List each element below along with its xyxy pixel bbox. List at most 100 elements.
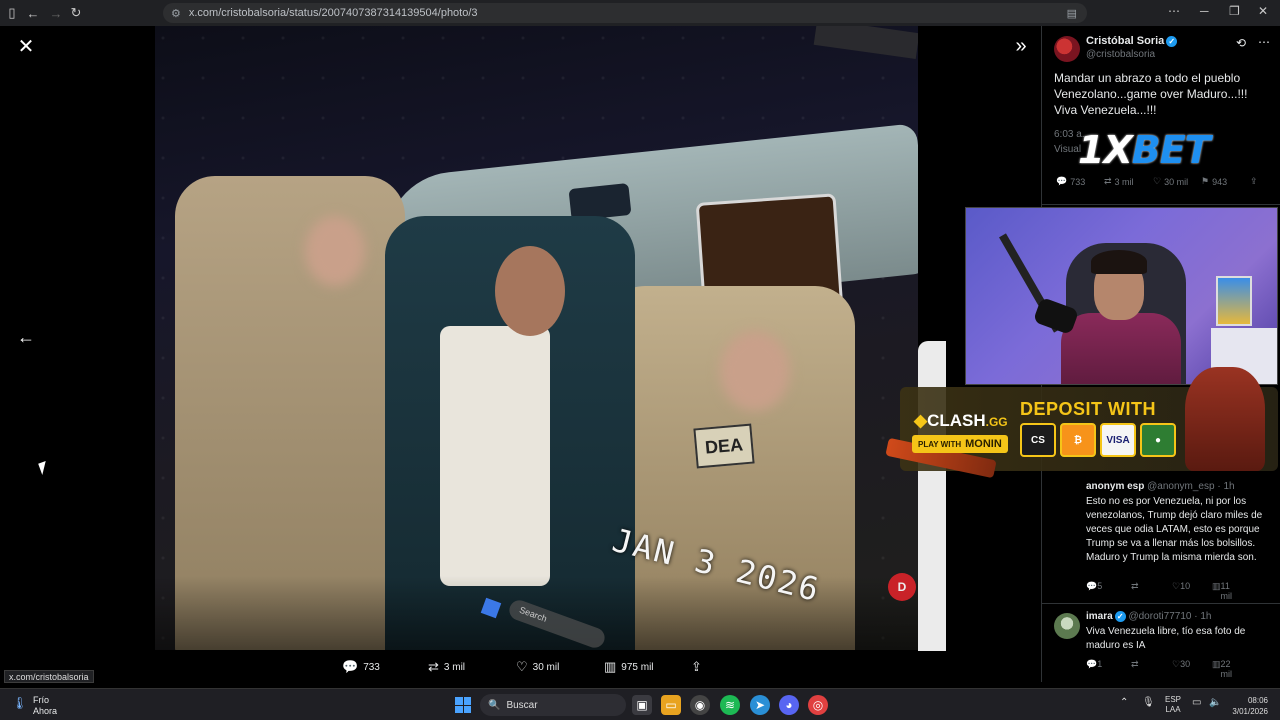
previous-arrow-icon[interactable]: ← xyxy=(15,326,37,348)
game-character xyxy=(1185,367,1265,471)
tweet-photo[interactable]: DEA Search JAN 3 2026 xyxy=(155,26,918,650)
bet-logo-prefix: 1X xyxy=(1078,128,1133,172)
reply-views-button[interactable]: ▥ 22 mil xyxy=(1212,659,1232,679)
collapse-panel-icon[interactable]: » xyxy=(1010,35,1032,57)
clock-date: 3/01/2026 xyxy=(1232,707,1268,716)
post-bookmark-count: 943 xyxy=(1212,176,1228,187)
system-clock[interactable]: 08:06 3/01/2026 xyxy=(1228,695,1268,717)
post-reply-button[interactable]: 💬 733 xyxy=(1056,176,1085,187)
streamer-hair xyxy=(1091,250,1147,274)
play-with-badge: PLAY WITH MONIN xyxy=(912,435,1008,453)
minimize-icon[interactable]: ─ xyxy=(1200,4,1209,18)
language-indicator[interactable]: ESP LAA xyxy=(1165,695,1181,715)
post-like-button[interactable]: ♡ 30 mil xyxy=(1153,176,1188,187)
reply-like-count: 10 xyxy=(1180,581,1191,591)
divider xyxy=(1042,603,1280,604)
sidebar-toggle-icon[interactable]: ▯ xyxy=(1,2,23,24)
back-arrow-icon[interactable]: ← xyxy=(22,2,44,24)
reply-item[interactable]: anonym esp @anonym_esp · 1h Esto no es p… xyxy=(1042,479,1280,607)
reply-reply-button[interactable]: 💬 1 xyxy=(1086,659,1102,670)
windows-taskbar: 🌡 Frío Ahora 🔍 Buscar ▣ ▭ ◉ ≋ ➤ ◕ ◎ ⌃ 🎙 ES… xyxy=(0,688,1280,720)
restore-icon[interactable]: ❐ xyxy=(1229,4,1240,18)
close-icon[interactable]: ✕ xyxy=(15,35,37,58)
clash-logo-gg: .GG xyxy=(985,415,1008,429)
viewer-reply-count: 733 xyxy=(363,661,380,673)
heart-icon: ♡ xyxy=(1153,176,1162,186)
sponsor-logo-1xbet: 1XBET xyxy=(1078,128,1211,172)
volume-icon[interactable]: 🔈 xyxy=(1209,697,1221,708)
grok-icon[interactable]: ⟲ xyxy=(1236,36,1246,50)
telegram-icon[interactable]: ➤ xyxy=(750,695,770,715)
site-info-icon[interactable]: ⚙ xyxy=(171,7,181,20)
reply-text: Viva Venezuela libre, tío esa foto de ma… xyxy=(1086,626,1246,651)
author-avatar[interactable] xyxy=(1054,36,1080,62)
share-icon: ⇪ xyxy=(1250,176,1258,186)
post-text: Mandar un abrazo a todo el pueblo Venezo… xyxy=(1054,71,1248,117)
post-bookmark-button[interactable]: ⚑ 943 xyxy=(1201,176,1227,187)
lang-bottom: LAA xyxy=(1165,705,1181,714)
reply-views-button[interactable]: ▥ 11 mil xyxy=(1212,581,1232,601)
reload-icon[interactable]: ↻ xyxy=(65,2,87,24)
reply-reply-count: 1 xyxy=(1097,659,1103,669)
reply-author[interactable]: imara ✓ @doroti77710 · 1h xyxy=(1086,611,1211,622)
task-view-icon[interactable]: ▣ xyxy=(632,695,652,715)
discord-icon[interactable]: ◕ xyxy=(779,695,799,715)
more-options-icon[interactable]: ⋯ xyxy=(1258,35,1270,49)
author-name[interactable]: Cristóbal Soria ✓ xyxy=(1086,35,1178,47)
post-repost-button[interactable]: ⇄ 3 mil xyxy=(1104,176,1134,187)
wall-poster xyxy=(1216,276,1252,326)
tray-mic-icon[interactable]: 🎙 xyxy=(1142,697,1155,708)
reply-reply-count: 5 xyxy=(1097,581,1103,591)
clash-logo: ◆CLASH.GG xyxy=(914,411,1008,431)
reply-reply-button[interactable]: 💬 5 xyxy=(1086,581,1102,592)
reply-like-count: 30 xyxy=(1180,659,1191,669)
taskbar-search[interactable]: 🔍 Buscar xyxy=(480,694,626,716)
post-share-button[interactable]: ⇪ xyxy=(1250,176,1258,187)
url-text: x.com/cristobalsoria/status/200740738731… xyxy=(188,7,478,19)
network-icon[interactable]: ▭ xyxy=(1192,697,1201,708)
pay-method-visa-icon: VISA xyxy=(1100,423,1136,457)
reply-like-button[interactable]: ♡ 30 xyxy=(1172,659,1190,670)
post-stats-bar: 💬 733 ⇄ 3 mil ♡ 30 mil ⚑ 943 ⇪ xyxy=(1054,176,1272,192)
reply-repost-button[interactable]: ⇄ xyxy=(1131,581,1139,592)
weather-sub: Ahora xyxy=(33,706,58,716)
spotify-icon[interactable]: ≋ xyxy=(720,695,740,715)
search-icon: 🔍 xyxy=(488,699,501,711)
lang-top: ESP xyxy=(1165,695,1182,704)
pay-method-cs-icon: CS xyxy=(1020,423,1056,457)
forward-arrow-icon[interactable]: → xyxy=(45,2,67,24)
reply-author-name: anonym esp xyxy=(1086,481,1145,492)
viewer-views-button[interactable]: ▥ 975 mil xyxy=(604,659,654,675)
obs-app-icon[interactable]: ◉ xyxy=(690,695,710,715)
reply-like-button[interactable]: ♡ 10 xyxy=(1172,581,1190,592)
status-bar-url: x.com/cristobalsoria xyxy=(4,670,94,683)
weather-text: Frío Ahora xyxy=(33,695,57,717)
clash-logo-text: CLASH xyxy=(927,411,986,430)
thermometer-icon: 🌡 xyxy=(12,696,28,710)
bookmark-icon: ⚑ xyxy=(1201,176,1210,186)
browser-app-icon[interactable]: ◎ xyxy=(808,695,828,715)
repost-icon: ⇄ xyxy=(1104,176,1112,186)
browser-toolbar: ▯ ← → ↻ ⚙ x.com/cristobalsoria/status/20… xyxy=(0,0,1280,26)
post-repost-count: 3 mil xyxy=(1114,176,1134,187)
viewer-reply-button[interactable]: 💬 733 xyxy=(342,659,380,675)
pay-method-other-icon: ● xyxy=(1140,423,1176,457)
author-handle[interactable]: @cristobalsoria xyxy=(1086,49,1155,60)
tray-overflow-icon[interactable]: ⌃ xyxy=(1120,697,1128,708)
viewer-repost-button[interactable]: ⇄ 3 mil xyxy=(428,659,465,675)
post-views-label: Visual xyxy=(1054,144,1082,155)
viewer-share-button[interactable]: ⇪ xyxy=(691,659,702,675)
address-bar[interactable]: ⚙ x.com/cristobalsoria/status/2007407387… xyxy=(163,3,1087,23)
start-button-icon[interactable] xyxy=(455,697,471,713)
reply-author[interactable]: anonym esp @anonym_esp · 1h xyxy=(1086,481,1235,492)
browser-menu-icon[interactable]: ⋯ xyxy=(1168,4,1180,18)
file-explorer-icon[interactable]: ▭ xyxy=(661,695,681,715)
reply-avatar[interactable] xyxy=(1054,613,1080,639)
close-window-icon[interactable]: ✕ xyxy=(1258,4,1268,18)
reply-item[interactable]: imara ✓ @doroti77710 · 1h Viva Venezuela … xyxy=(1042,609,1280,681)
viewer-like-button[interactable]: ♡ 30 mil xyxy=(516,659,559,675)
viewer-like-count: 30 mil xyxy=(532,661,560,673)
reader-mode-icon[interactable]: ▤ xyxy=(1067,7,1077,20)
reply-actions: 💬 5 ⇄ ♡ 10 ▥ 11 mil xyxy=(1086,581,1272,601)
reply-repost-button[interactable]: ⇄ xyxy=(1131,659,1139,670)
